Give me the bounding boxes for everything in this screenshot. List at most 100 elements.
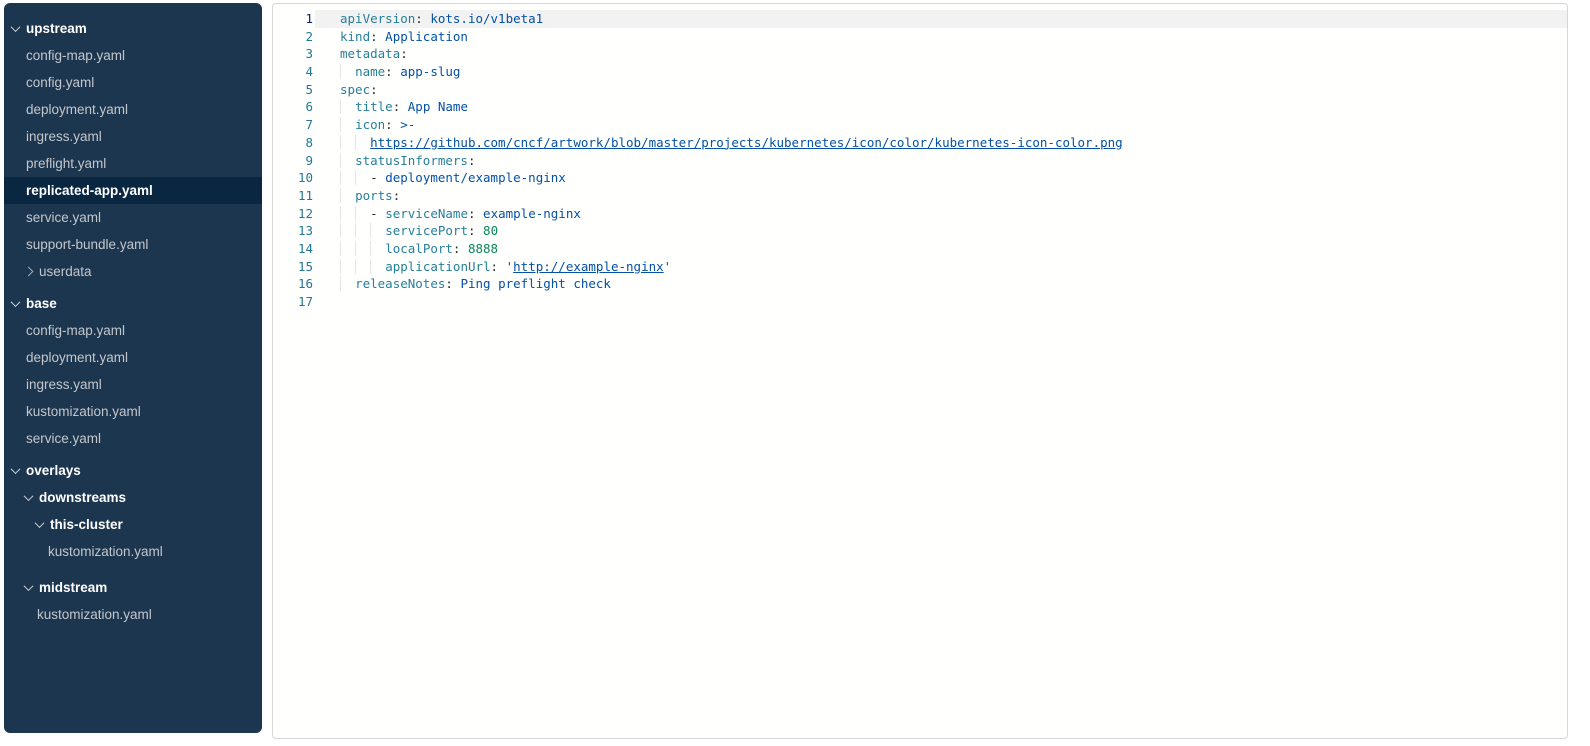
sidebar-item-config-map-yaml[interactable]: config-map.yaml: [4, 42, 262, 69]
sidebar-item-preflight-yaml[interactable]: preflight.yaml: [4, 150, 262, 177]
sidebar-item-service-yaml[interactable]: service.yaml: [4, 425, 262, 452]
code-line-content[interactable]: - serviceName: example-nginx: [315, 205, 1567, 223]
sidebar-item-config-yaml[interactable]: config.yaml: [4, 69, 262, 96]
code-token: icon: [355, 117, 385, 132]
code-line-content[interactable]: [315, 293, 1567, 311]
code-line-4[interactable]: 4 name: app-slug: [273, 63, 1567, 81]
line-number[interactable]: 9: [273, 152, 313, 170]
tree-item-label: deployment.yaml: [26, 96, 128, 123]
code-line-10[interactable]: 10 - deployment/example-nginx: [273, 169, 1567, 187]
chevron-down-icon: [35, 518, 45, 528]
code-token: 8888: [468, 241, 498, 256]
code-line-6[interactable]: 6 title: App Name: [273, 98, 1567, 116]
code-token: [355, 223, 370, 238]
line-number[interactable]: 12: [273, 205, 313, 223]
code-token: [340, 188, 355, 203]
sidebar-item-config-map-yaml[interactable]: config-map.yaml: [4, 317, 262, 344]
code-line-9[interactable]: 9 statusInformers:: [273, 152, 1567, 170]
code-line-content[interactable]: kind: Application: [315, 28, 1567, 46]
sidebar-item-base[interactable]: base: [4, 290, 262, 317]
chevron-down-icon: [11, 297, 21, 307]
sidebar-item-replicated-app-yaml[interactable]: replicated-app.yaml: [4, 177, 262, 204]
line-number[interactable]: 8: [273, 134, 313, 152]
code-line-content[interactable]: metadata:: [315, 45, 1567, 63]
code-token: [340, 259, 355, 274]
line-number[interactable]: 15: [273, 258, 313, 276]
line-number[interactable]: 2: [273, 28, 313, 46]
yaml-editor[interactable]: 1apiVersion: kots.io/v1beta12kind: Appli…: [273, 10, 1567, 311]
code-line-content[interactable]: statusInformers:: [315, 152, 1567, 170]
line-number[interactable]: 7: [273, 116, 313, 134]
code-token: spec: [340, 82, 370, 97]
code-link[interactable]: https://github.com/cncf/artwork/blob/mas…: [370, 135, 1123, 150]
sidebar-item-userdata[interactable]: userdata: [4, 258, 262, 285]
code-line-5[interactable]: 5spec:: [273, 81, 1567, 99]
code-line-14[interactable]: 14 localPort: 8888: [273, 240, 1567, 258]
sidebar-item-ingress-yaml[interactable]: ingress.yaml: [4, 371, 262, 398]
code-line-13[interactable]: 13 servicePort: 80: [273, 222, 1567, 240]
code-token: applicationUrl: [385, 259, 490, 274]
sidebar-item-support-bundle-yaml[interactable]: support-bundle.yaml: [4, 231, 262, 258]
code-token: [355, 170, 370, 185]
sidebar-item-kustomization-yaml[interactable]: kustomization.yaml: [4, 538, 262, 565]
code-line-content[interactable]: apiVersion: kots.io/v1beta1: [315, 10, 1567, 28]
code-link[interactable]: http://example-nginx: [513, 259, 664, 274]
code-line-11[interactable]: 11 ports:: [273, 187, 1567, 205]
code-line-content[interactable]: servicePort: 80: [315, 222, 1567, 240]
line-number[interactable]: 6: [273, 98, 313, 116]
tree-item-label: kustomization.yaml: [37, 601, 152, 628]
code-line-17[interactable]: 17: [273, 293, 1567, 311]
line-number[interactable]: 3: [273, 45, 313, 63]
sidebar-item-deployment-yaml[interactable]: deployment.yaml: [4, 96, 262, 123]
line-number[interactable]: 10: [273, 169, 313, 187]
code-line-15[interactable]: 15 applicationUrl: 'http://example-nginx…: [273, 258, 1567, 276]
sidebar-item-service-yaml[interactable]: service.yaml: [4, 204, 262, 231]
code-line-content[interactable]: releaseNotes: Ping preflight check: [315, 275, 1567, 293]
sidebar-item-deployment-yaml[interactable]: deployment.yaml: [4, 344, 262, 371]
sidebar-item-kustomization-yaml[interactable]: kustomization.yaml: [4, 601, 262, 628]
code-line-content[interactable]: - deployment/example-nginx: [315, 169, 1567, 187]
sidebar-item-upstream[interactable]: upstream: [4, 15, 262, 42]
code-line-2[interactable]: 2kind: Application: [273, 28, 1567, 46]
code-line-12[interactable]: 12 - serviceName: example-nginx: [273, 205, 1567, 223]
tree-item-label: userdata: [39, 258, 92, 285]
sidebar-item-overlays[interactable]: overlays: [4, 457, 262, 484]
code-line-16[interactable]: 16 releaseNotes: Ping preflight check: [273, 275, 1567, 293]
sidebar-item-midstream[interactable]: midstream: [4, 574, 262, 601]
line-number[interactable]: 4: [273, 63, 313, 81]
code-line-content[interactable]: https://github.com/cncf/artwork/blob/mas…: [315, 134, 1567, 152]
line-number[interactable]: 16: [273, 275, 313, 293]
sidebar-item-downstreams[interactable]: downstreams: [4, 484, 262, 511]
code-token: [370, 241, 385, 256]
tree-item-label: downstreams: [39, 484, 126, 511]
code-token: [400, 99, 408, 114]
code-line-content[interactable]: ports:: [315, 187, 1567, 205]
line-number[interactable]: 17: [273, 293, 313, 311]
tree-item-label: deployment.yaml: [26, 344, 128, 371]
line-number[interactable]: 1: [273, 10, 313, 28]
code-line-3[interactable]: 3metadata:: [273, 45, 1567, 63]
code-token: 80: [483, 223, 498, 238]
code-token: -: [370, 206, 385, 221]
code-token: :: [491, 259, 499, 274]
code-line-content[interactable]: icon: >-: [315, 116, 1567, 134]
sidebar-item-kustomization-yaml[interactable]: kustomization.yaml: [4, 398, 262, 425]
code-line-7[interactable]: 7 icon: >-: [273, 116, 1567, 134]
code-line-1[interactable]: 1apiVersion: kots.io/v1beta1: [273, 10, 1567, 28]
line-number[interactable]: 13: [273, 222, 313, 240]
code-token: :: [370, 29, 378, 44]
code-token: kind: [340, 29, 370, 44]
tree-item-label: ingress.yaml: [26, 123, 102, 150]
sidebar-item-ingress-yaml[interactable]: ingress.yaml: [4, 123, 262, 150]
sidebar-item-this-cluster[interactable]: this-cluster: [4, 511, 262, 538]
code-line-8[interactable]: 8 https://github.com/cncf/artwork/blob/m…: [273, 134, 1567, 152]
code-line-content[interactable]: localPort: 8888: [315, 240, 1567, 258]
code-line-content[interactable]: spec:: [315, 81, 1567, 99]
code-line-content[interactable]: name: app-slug: [315, 63, 1567, 81]
code-token: [340, 99, 355, 114]
line-number[interactable]: 14: [273, 240, 313, 258]
line-number[interactable]: 11: [273, 187, 313, 205]
code-line-content[interactable]: applicationUrl: 'http://example-nginx': [315, 258, 1567, 276]
code-line-content[interactable]: title: App Name: [315, 98, 1567, 116]
line-number[interactable]: 5: [273, 81, 313, 99]
